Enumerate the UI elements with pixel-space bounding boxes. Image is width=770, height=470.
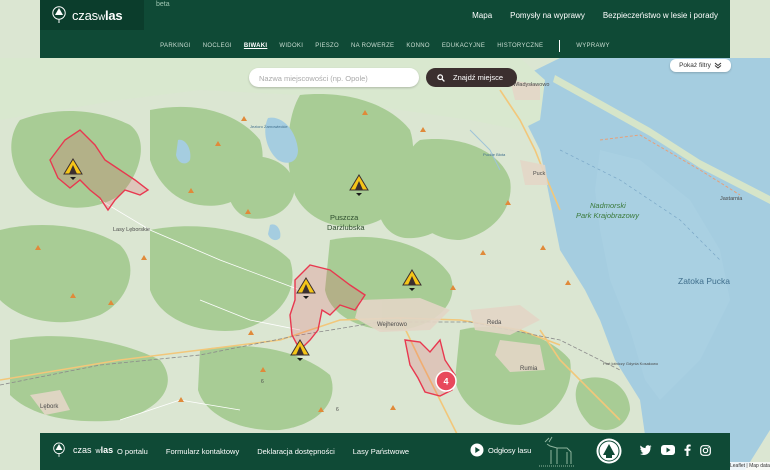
label-darzlubska: Darżlubska xyxy=(327,223,365,232)
cat-historyczne[interactable]: Historyczne xyxy=(497,43,543,49)
nav-divider xyxy=(559,40,561,52)
cat-konno[interactable]: Konno xyxy=(406,43,430,49)
find-place-label: Znajdź miejsce xyxy=(453,73,504,82)
footer-link-deklaracja[interactable]: Deklaracja dostępności xyxy=(257,447,335,456)
play-icon xyxy=(470,443,484,457)
cat-edukacyjne[interactable]: Edukacyjne xyxy=(442,43,485,49)
search-icon xyxy=(437,73,445,82)
cat-biwaki[interactable]: Biwaki xyxy=(244,43,267,49)
location-search xyxy=(249,68,419,88)
label-reda: Reda xyxy=(487,320,502,326)
cat-na-rowerze[interactable]: Na rowerze xyxy=(351,43,394,49)
footer-link-formularz[interactable]: Formularz kontaktowy xyxy=(166,447,239,456)
label-jastarnia: Jastarnia xyxy=(720,196,743,202)
instagram-icon[interactable] xyxy=(700,444,711,456)
label-puck: Puck xyxy=(533,171,545,177)
top-navigation: Mapa Pomysły na wyprawy Bezpieczeństwo w… xyxy=(454,11,718,20)
label-lasy-leborskie: Lasy Lęborskie xyxy=(113,227,150,233)
cluster-count: 4 xyxy=(443,377,448,387)
social-links xyxy=(640,444,711,456)
cat-pieszo[interactable]: Pieszo xyxy=(315,43,339,49)
search-input[interactable] xyxy=(249,69,409,88)
map-attribution[interactable]: Leaflet | Map data © xyxy=(730,462,770,470)
cat-wyprawy[interactable]: Wyprawy xyxy=(576,43,610,49)
label-zatoka-pucka: Zatoka Pucka xyxy=(678,276,730,286)
road-label-2: 6 xyxy=(336,407,339,413)
label-rumia: Rumia xyxy=(520,366,538,372)
label-puszcza: Puszcza xyxy=(330,213,359,222)
cat-parkingi[interactable]: Parkingi xyxy=(160,43,191,49)
nav-mapa[interactable]: Mapa xyxy=(472,11,492,20)
footer-logo[interactable]: czas wlas xyxy=(53,442,113,458)
odglosy-lasu-button[interactable]: Odgłosy lasu xyxy=(470,443,531,457)
deer-icon xyxy=(539,436,575,467)
find-place-button[interactable]: Znajdź miejsce xyxy=(426,68,517,87)
label-wladyslawowo: Władysławowo xyxy=(513,82,549,88)
footer-links: O portalu Formularz kontaktowy Deklaracj… xyxy=(117,433,427,470)
label-nadmorski: Nadmorski xyxy=(590,201,626,210)
label-wejherowo: Wejherowo xyxy=(377,322,408,328)
road-label-1: 6 xyxy=(261,379,264,385)
logo[interactable]: czaswlas beta xyxy=(40,0,170,30)
twitter-icon[interactable] xyxy=(640,445,652,455)
footer-link-o-portalu[interactable]: O portalu xyxy=(117,447,148,456)
show-filters-label: Pokaż filtry xyxy=(679,62,711,69)
label-puckie-bloto: Puckie Błota xyxy=(483,152,506,157)
odglosy-label: Odgłosy lasu xyxy=(488,445,532,455)
nav-bezpieczenstwo[interactable]: Bezpieczeństwo w lesie i porady xyxy=(603,11,718,20)
youtube-icon[interactable] xyxy=(661,445,675,455)
footer-logo-text: czas wlas xyxy=(73,445,114,455)
cat-widoki[interactable]: Widoki xyxy=(279,43,303,49)
label-lebork: Lębork xyxy=(40,404,59,410)
nav-pomysly[interactable]: Pomysły na wyprawy xyxy=(510,11,585,20)
label-airport: Port lotniczy Gdynia Kosakowo xyxy=(603,361,659,366)
lasy-panstwowe-logo-icon[interactable] xyxy=(595,437,623,465)
logo-shield-icon xyxy=(53,442,65,457)
site-footer: czas wlas O portalu Formularz kontaktowy … xyxy=(40,433,730,470)
logo-shield-icon xyxy=(52,6,66,23)
beta-badge: beta xyxy=(156,1,170,8)
cat-noclegi[interactable]: Noclegi xyxy=(203,43,232,49)
label-park-krajobrazowy: Park Krajobrazowy xyxy=(576,211,640,220)
cluster-marker[interactable]: 4 xyxy=(435,370,457,392)
chevron-down-icon xyxy=(714,62,722,69)
category-navigation: Parkingi Noclegi Biwaki Widoki Pieszo Na… xyxy=(40,36,730,56)
footer-link-lasy-panstwowe[interactable]: Lasy Państwowe xyxy=(353,447,409,456)
logo-text: czaswlas xyxy=(72,7,123,23)
facebook-icon[interactable] xyxy=(684,444,691,456)
show-filters-button[interactable]: Pokaż filtry xyxy=(670,59,731,72)
label-lake: Jezioro Żarnowieckie xyxy=(250,124,288,129)
